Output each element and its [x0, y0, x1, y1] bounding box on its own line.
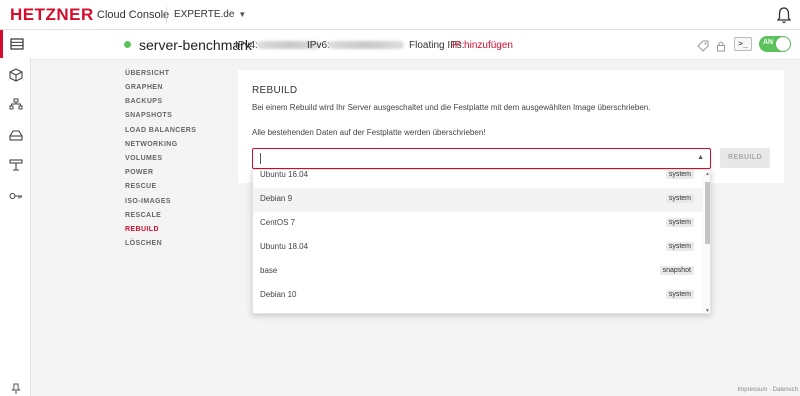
- project-name: EXPERTE.de: [174, 9, 235, 20]
- ipv6-label: IPv6:: [307, 40, 330, 51]
- option-type-badge: system: [665, 242, 694, 251]
- app-title: Cloud Console: [97, 9, 170, 21]
- scroll-thumb[interactable]: [705, 182, 710, 244]
- image-dropdown: Ubuntu 16.04 system Debian 9 system Cent…: [252, 169, 711, 314]
- subnav-item-backups[interactable]: BACKUPS: [125, 98, 162, 105]
- subnav-item-uebersicht[interactable]: ÜBERSICHT: [125, 70, 169, 77]
- servers-icon[interactable]: [0, 30, 31, 58]
- console-icon: >_: [738, 39, 748, 48]
- option-name: Ubuntu 16.04: [260, 170, 309, 179]
- server-header: server-benchmark IPv4: IPv6: Floating IP…: [31, 30, 800, 60]
- dropdown-scrollbar[interactable]: ▲ ▼: [703, 170, 710, 313]
- scroll-up-icon[interactable]: ▲: [705, 171, 710, 177]
- subnav-item-graphen[interactable]: GRAPHEN: [125, 84, 163, 91]
- ipv6-value-redacted: [328, 41, 404, 49]
- load-balancers-icon[interactable]: [7, 126, 24, 143]
- rebuild-description: Bei einem Rebuild wird Ihr Server ausges…: [252, 103, 651, 112]
- chevron-up-icon: ▲: [697, 154, 704, 161]
- lock-icon[interactable]: [715, 39, 727, 52]
- access-key-icon[interactable]: [7, 187, 24, 204]
- option-name: Debian 10: [260, 290, 297, 299]
- main-sidebar: [0, 30, 31, 396]
- hetzner-logo[interactable]: HETZNER: [10, 6, 94, 23]
- volumes-icon[interactable]: [7, 66, 24, 83]
- dropdown-option[interactable]: Debian 10 system: [253, 284, 703, 308]
- power-toggle-label: AN: [763, 39, 774, 46]
- option-type-badge: system: [665, 194, 694, 203]
- option-type-badge: snapshot: [659, 266, 694, 275]
- power-toggle[interactable]: AN: [759, 36, 791, 52]
- status-indicator: [124, 41, 131, 48]
- subnav-item-volumes[interactable]: VOLUMES: [125, 155, 162, 162]
- text-cursor: [260, 153, 261, 164]
- option-name: Debian 9: [260, 194, 293, 203]
- divider: [166, 7, 167, 23]
- top-bar: HETZNER Cloud Console EXPERTE.de ▼: [0, 0, 800, 30]
- project-selector[interactable]: EXPERTE.de ▼: [174, 9, 246, 20]
- dropdown-option[interactable]: base snapshot: [253, 260, 703, 284]
- floating-ips-icon[interactable]: [7, 156, 24, 173]
- subnav-item-power[interactable]: POWER: [125, 169, 153, 176]
- subnav-item-rescue[interactable]: RESCUE: [125, 183, 157, 190]
- subnav-item-networking[interactable]: NETWORKING: [125, 141, 178, 148]
- rebuild-warning: Alle bestehenden Daten auf der Festplatt…: [252, 128, 486, 137]
- subnav-item-rebuild[interactable]: REBUILD: [125, 226, 159, 233]
- option-type-badge: system: [665, 290, 694, 299]
- subnav-item-rescale[interactable]: RESCALE: [125, 212, 161, 219]
- networks-icon[interactable]: [7, 95, 24, 112]
- rebuild-card: REBUILD Bei einem Rebuild wird Ihr Serve…: [238, 70, 784, 183]
- add-floating-ip-link[interactable]: IP hinzufügen: [452, 40, 513, 51]
- option-type-badge: system: [665, 218, 694, 227]
- subnav-item-loeschen[interactable]: LÖSCHEN: [125, 240, 162, 247]
- dropdown-option[interactable]: Ubuntu 18.04 system: [253, 236, 703, 260]
- subnav-item-load-balancers[interactable]: LOAD BALANCERS: [125, 127, 196, 134]
- subnav-item-iso-images[interactable]: ISO-IMAGES: [125, 198, 171, 205]
- subnav-item-snapshots[interactable]: SNAPSHOTS: [125, 112, 172, 119]
- rebuild-button[interactable]: REBUILD: [720, 148, 770, 168]
- tag-icon[interactable]: [697, 39, 709, 52]
- option-type-badge: system: [665, 170, 694, 179]
- dropdown-option[interactable]: CentOS 7 system: [253, 212, 703, 236]
- rebuild-title: REBUILD: [252, 85, 298, 96]
- option-name: base: [260, 266, 278, 275]
- footer-links[interactable]: Impressum · Datensch: [738, 387, 798, 393]
- console-button[interactable]: >_: [734, 37, 752, 51]
- option-name: CentOS 7: [260, 218, 296, 227]
- chevron-down-icon: ▼: [238, 10, 247, 19]
- bell-icon[interactable]: [776, 6, 792, 24]
- option-name: Ubuntu 18.04: [260, 242, 309, 251]
- dropdown-option[interactable]: Ubuntu 16.04 system: [253, 170, 703, 188]
- ipv4-label: IPv4:: [235, 40, 258, 51]
- image-select[interactable]: ▲: [252, 148, 711, 169]
- toggle-knob: [776, 37, 790, 51]
- pin-icon[interactable]: [7, 380, 24, 396]
- scroll-down-icon[interactable]: ▼: [705, 308, 710, 313]
- dropdown-option[interactable]: Debian 9 system: [253, 188, 703, 212]
